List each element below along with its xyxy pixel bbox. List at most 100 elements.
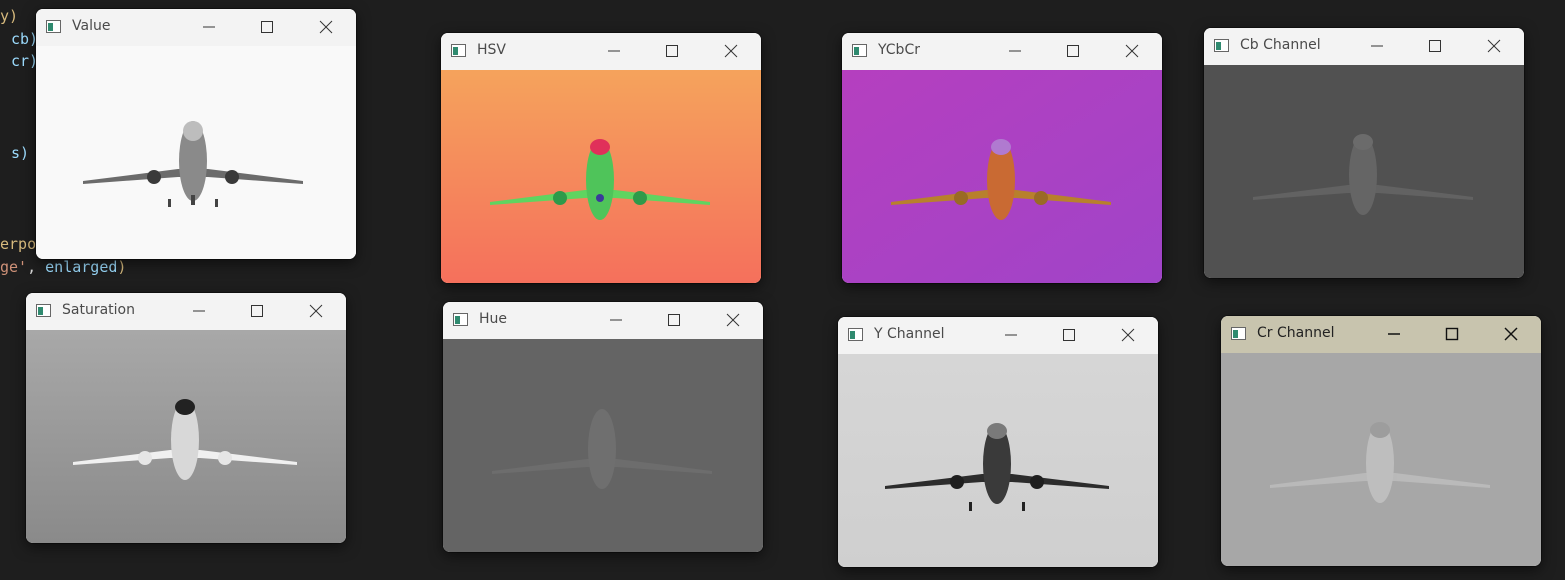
window-cb-channel[interactable]: Cb Channel <box>1204 28 1524 278</box>
close-icon <box>319 20 333 34</box>
window-title: Value <box>72 18 111 34</box>
maximize-button[interactable] <box>1415 32 1455 60</box>
minimize-button[interactable] <box>1357 32 1397 60</box>
code-line: cb) <box>11 30 39 48</box>
window-cr-channel[interactable]: Cr Channel <box>1221 316 1541 566</box>
airplane-image <box>36 46 356 259</box>
maximize-button[interactable] <box>1053 37 1093 65</box>
minimize-icon <box>1005 334 1017 336</box>
app-icon <box>1214 39 1229 52</box>
maximize-button[interactable] <box>237 297 277 325</box>
window-titlebar[interactable]: Cr Channel <box>1221 316 1541 353</box>
close-icon <box>1504 327 1518 341</box>
minimize-button[interactable] <box>596 306 636 334</box>
close-icon <box>1121 328 1135 342</box>
image-view-hsv <box>441 70 761 283</box>
app-icon <box>36 304 51 317</box>
app-icon <box>46 20 61 33</box>
window-title: Saturation <box>62 302 135 318</box>
image-view-ycbcr <box>842 70 1162 283</box>
image-view-saturation <box>26 330 346 543</box>
window-title: Cr Channel <box>1257 325 1335 341</box>
minimize-button[interactable] <box>189 13 229 41</box>
close-button[interactable] <box>711 37 751 65</box>
window-titlebar[interactable]: HSV <box>441 33 761 70</box>
image-view-cr <box>1221 353 1541 566</box>
maximize-button[interactable] <box>1432 320 1472 348</box>
image-view-y <box>838 354 1158 567</box>
airplane-image <box>443 339 763 552</box>
maximize-button[interactable] <box>247 13 287 41</box>
close-button[interactable] <box>1108 321 1148 349</box>
minimize-icon <box>608 50 620 52</box>
window-hue[interactable]: Hue <box>443 302 763 552</box>
window-titlebar[interactable]: Value <box>36 9 356 46</box>
close-icon <box>1487 39 1501 53</box>
window-hsv[interactable]: HSV <box>441 33 761 283</box>
minimize-button[interactable] <box>179 297 219 325</box>
app-icon <box>1231 327 1246 340</box>
app-icon <box>852 44 867 57</box>
close-icon <box>726 313 740 327</box>
window-title: Hue <box>479 311 508 327</box>
minimize-button[interactable] <box>1374 320 1414 348</box>
close-button[interactable] <box>306 13 346 41</box>
minimize-icon <box>193 310 205 312</box>
maximize-icon <box>1067 45 1079 57</box>
maximize-button[interactable] <box>652 37 692 65</box>
minimize-icon <box>1388 333 1400 335</box>
minimize-icon <box>203 26 215 28</box>
code-line: y) <box>0 7 19 25</box>
window-titlebar[interactable]: YCbCr <box>842 33 1162 70</box>
app-icon <box>453 313 468 326</box>
close-icon <box>1125 44 1139 58</box>
minimize-icon <box>1009 50 1021 52</box>
window-title: Y Channel <box>874 326 945 342</box>
maximize-icon <box>1445 327 1459 341</box>
maximize-icon <box>261 21 273 33</box>
code-line: ge', enlarged) <box>0 258 127 276</box>
maximize-button[interactable] <box>1049 321 1089 349</box>
window-value[interactable]: Value <box>36 9 356 259</box>
minimize-button[interactable] <box>995 37 1035 65</box>
window-title: HSV <box>477 42 506 58</box>
window-titlebar[interactable]: Cb Channel <box>1204 28 1524 65</box>
image-view-value <box>36 46 356 259</box>
close-button[interactable] <box>1491 320 1531 348</box>
minimize-button[interactable] <box>991 321 1031 349</box>
image-view-cb <box>1204 65 1524 278</box>
minimize-icon <box>1371 45 1383 47</box>
app-icon <box>451 44 466 57</box>
maximize-icon <box>251 305 263 317</box>
close-button[interactable] <box>1112 37 1152 65</box>
maximize-icon <box>1429 40 1441 52</box>
airplane-image <box>1204 65 1524 278</box>
close-button[interactable] <box>296 297 336 325</box>
airplane-image <box>26 330 346 543</box>
maximize-button[interactable] <box>654 306 694 334</box>
window-title: Cb Channel <box>1240 37 1321 53</box>
code-line: cr) <box>11 52 39 70</box>
close-button[interactable] <box>1474 32 1514 60</box>
maximize-icon <box>668 314 680 326</box>
maximize-icon <box>666 45 678 57</box>
window-title: YCbCr <box>878 42 920 58</box>
close-button[interactable] <box>713 306 753 334</box>
window-titlebar[interactable]: Hue <box>443 302 763 339</box>
app-icon <box>848 328 863 341</box>
window-ycbcr[interactable]: YCbCr <box>842 33 1162 283</box>
airplane-image <box>838 354 1158 567</box>
airplane-image <box>441 70 761 283</box>
code-line: s) <box>11 144 30 162</box>
window-titlebar[interactable]: Y Channel <box>838 317 1158 354</box>
window-titlebar[interactable]: Saturation <box>26 293 346 330</box>
minimize-button[interactable] <box>594 37 634 65</box>
maximize-icon <box>1063 329 1075 341</box>
window-y-channel[interactable]: Y Channel <box>838 317 1158 567</box>
window-saturation[interactable]: Saturation <box>26 293 346 543</box>
airplane-image <box>842 70 1162 283</box>
image-view-hue <box>443 339 763 552</box>
airplane-image <box>1221 353 1541 566</box>
close-icon <box>309 304 323 318</box>
close-icon <box>724 44 738 58</box>
